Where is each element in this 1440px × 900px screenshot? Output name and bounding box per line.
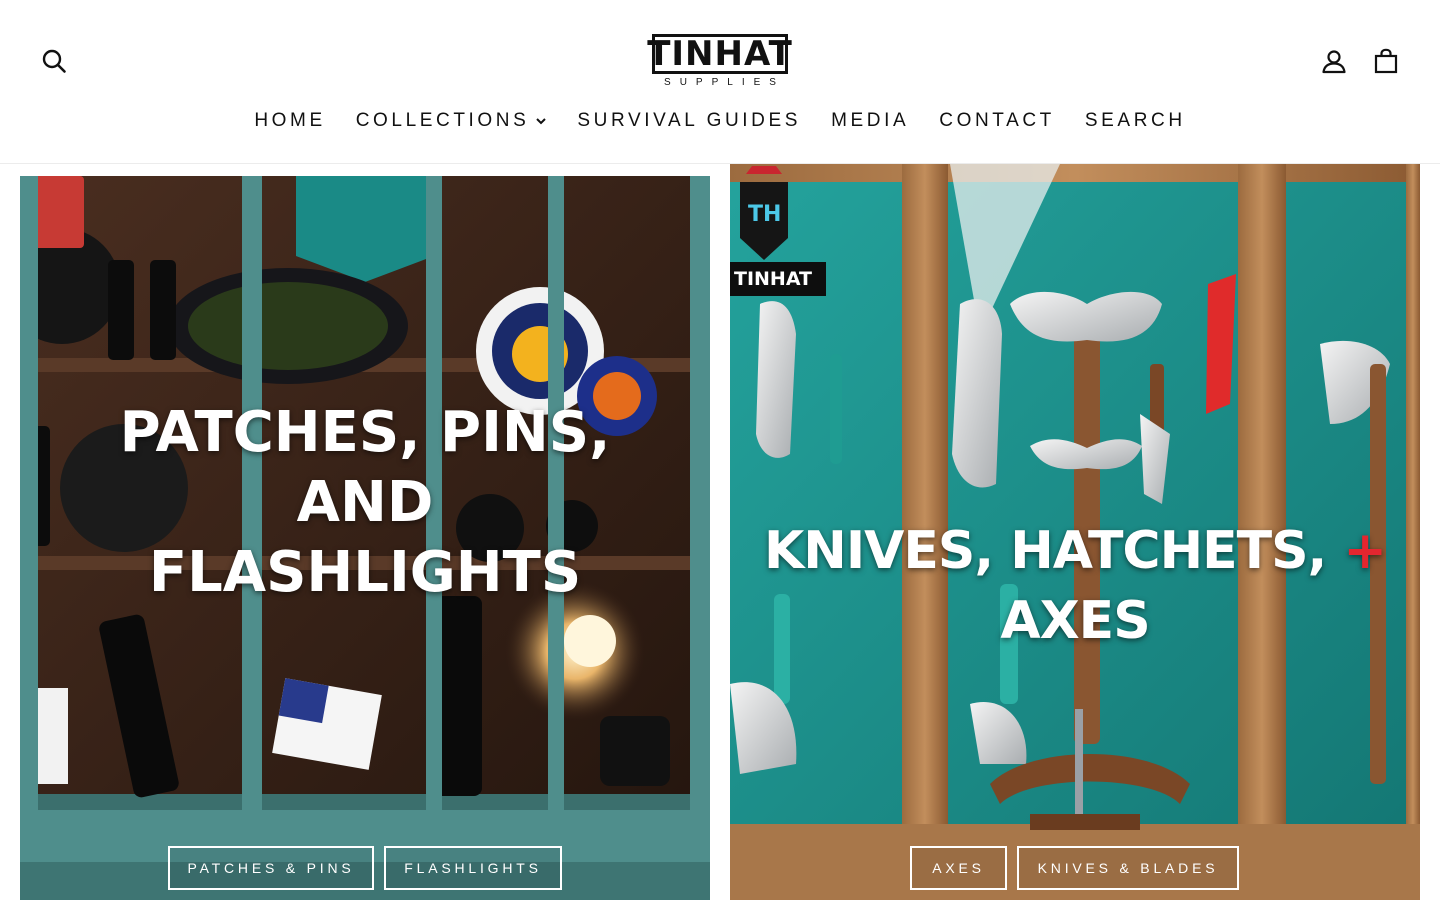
account-icon[interactable] <box>1318 46 1350 78</box>
nav-survival-guides[interactable]: SURVIVAL GUIDES <box>562 108 816 134</box>
nav-media-label: MEDIA <box>831 110 910 131</box>
brand-badge-word: TINHAT <box>734 268 813 290</box>
nav-search-label: SEARCH <box>1084 110 1186 131</box>
nav-survival-guides-label: SURVIVAL GUIDES <box>577 110 802 131</box>
nav-search[interactable]: SEARCH <box>1070 108 1201 134</box>
brand-badge-text: TH <box>748 202 782 227</box>
nav-collections-label: COLLECTIONS <box>355 110 530 131</box>
collection-tile-patches-flashlights[interactable]: PATCHES, PINS, AND FLASHLIGHTS PATCHES &… <box>20 176 710 900</box>
collection-title-patches: PATCHES, PINS, AND FLASHLIGHTS <box>20 398 710 608</box>
nav-home[interactable]: HOME <box>239 108 340 134</box>
nav-collections[interactable]: COLLECTIONS <box>341 108 563 134</box>
collection-title-knives: KNIVES, HATCHETS, + AXES <box>730 516 1420 656</box>
nav-media[interactable]: MEDIA <box>816 108 924 134</box>
title-line-2: AND <box>296 470 434 535</box>
site-logo[interactable]: TINHAT SUPPLIES <box>647 32 793 90</box>
collection-tile-knives-axes[interactable]: TH TINHAT KNIVES, HATCHETS, + AXES AXES … <box>730 164 1420 900</box>
nav-home-label: HOME <box>254 110 326 131</box>
logo-wordmark: TINHAT <box>647 34 793 74</box>
logo-subtext: SUPPLIES <box>664 77 785 88</box>
title-line-1: PATCHES, PINS, <box>119 400 611 465</box>
nav-contact[interactable]: CONTACT <box>924 108 1070 134</box>
patches-pins-button[interactable]: PATCHES & PINS <box>168 846 374 890</box>
chevron-down-icon <box>536 118 547 125</box>
flashlights-button[interactable]: FLASHLIGHTS <box>384 846 562 890</box>
search-icon[interactable] <box>38 45 70 77</box>
cart-icon[interactable] <box>1370 45 1402 77</box>
patches-button-row: PATCHES & PINS FLASHLIGHTS <box>168 846 562 890</box>
axes-button[interactable]: AXES <box>910 846 1007 890</box>
site-header: TINHAT SUPPLIES HOME COLLECTIONS SURVIVA… <box>0 0 1440 164</box>
title-knives-part1: KNIVES, HATCHETS, <box>764 521 1344 581</box>
title-plus: + <box>1343 521 1387 581</box>
main-nav: HOME COLLECTIONS SURVIVAL GUIDES MEDIA C… <box>0 108 1440 134</box>
knives-button-row: AXES KNIVES & BLADES <box>910 846 1239 890</box>
knives-blades-button[interactable]: KNIVES & BLADES <box>1017 846 1239 890</box>
nav-contact-label: CONTACT <box>939 110 1055 131</box>
title-line-3: FLASHLIGHTS <box>148 540 582 605</box>
title-knives-part2: AXES <box>1000 591 1150 651</box>
